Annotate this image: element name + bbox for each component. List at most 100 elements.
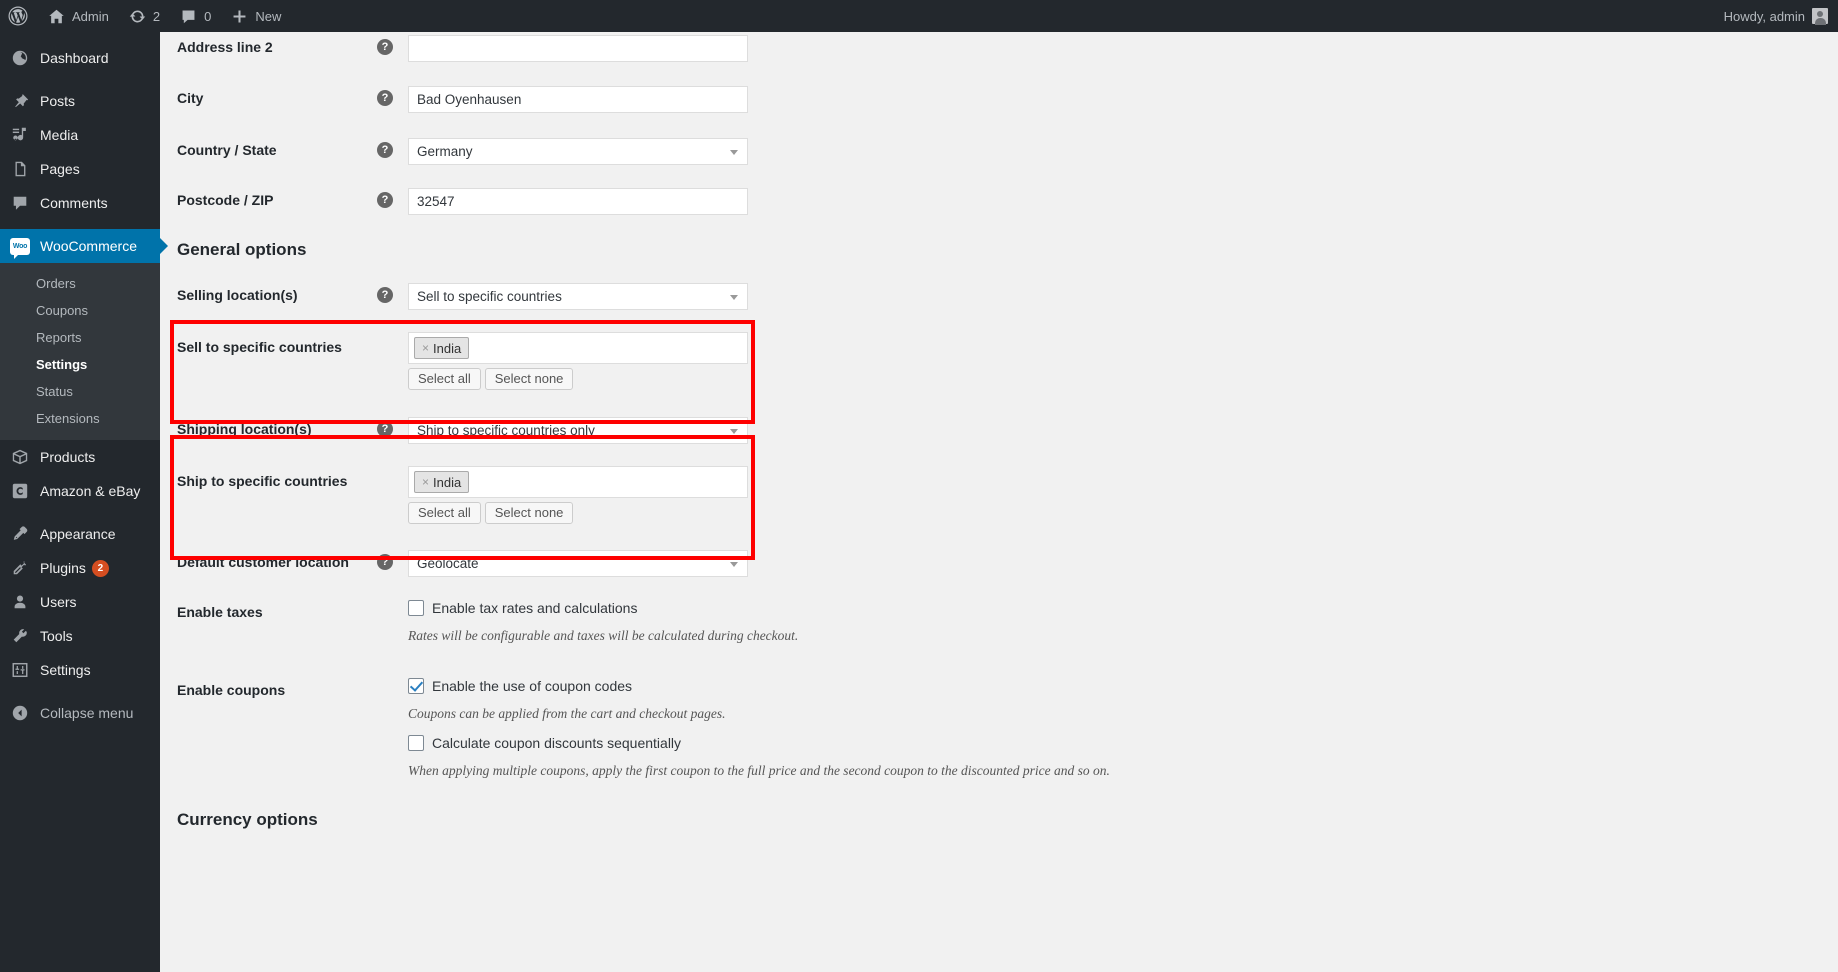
new-content-menu[interactable]: New — [221, 0, 291, 32]
shipping-locations-label: Shipping location(s) — [177, 421, 312, 437]
help-icon[interactable]: ? — [377, 421, 393, 437]
sidebar-item-appearance[interactable]: Appearance — [0, 517, 160, 551]
shipping-locations-select[interactable]: Ship to specific countries only — [408, 417, 748, 444]
sell-to-specific-countries-tag-input[interactable]: × India — [408, 332, 748, 364]
country-state-select[interactable]: Germany — [408, 138, 748, 165]
enable-coupons-label: Enable coupons — [177, 682, 286, 698]
ship-select-none-button[interactable]: Select none — [484, 502, 574, 524]
sidebar-item-label: Products — [40, 449, 96, 465]
general-options-heading: General options — [177, 240, 307, 259]
sell-to-specific-countries-control: × India Select all Select none — [408, 332, 748, 390]
submenu-item-coupons[interactable]: Coupons — [0, 297, 160, 324]
field-row-postcode: Postcode / ZIP ? 32547 — [177, 188, 748, 215]
pages-icon — [10, 159, 30, 179]
sliders-icon — [10, 660, 30, 680]
default-customer-location-label: Default customer location — [177, 554, 349, 570]
default-customer-location-select[interactable]: Geolocate — [408, 550, 748, 577]
site-name-menu[interactable]: Admin — [38, 0, 119, 32]
country-state-value: Germany — [417, 144, 473, 159]
sidebar-item-tools[interactable]: Tools — [0, 619, 160, 653]
sidebar-item-posts[interactable]: Posts — [0, 84, 160, 118]
field-row-sell-to-specific-countries: Sell to specific countries × India Selec… — [177, 332, 748, 390]
remove-tag-icon[interactable]: × — [422, 475, 429, 489]
sidebar-item-pages[interactable]: Pages — [0, 152, 160, 186]
selling-locations-select[interactable]: Sell to specific countries — [408, 283, 748, 310]
help-icon[interactable]: ? — [377, 287, 393, 303]
postcode-input[interactable]: 32547 — [408, 188, 748, 215]
wordpress-logo-menu[interactable] — [0, 0, 38, 32]
currency-options-heading: Currency options — [177, 810, 318, 829]
submenu-item-orders[interactable]: Orders — [0, 270, 160, 297]
sidebar-item-label: Amazon & eBay — [40, 483, 141, 499]
submenu-item-extensions[interactable]: Extensions — [0, 405, 160, 432]
sidebar-item-woocommerce[interactable]: Woo WooCommerce — [0, 229, 168, 263]
settings-content-area: Address line 2 ? City ? Bad Oyenhausen C… — [160, 32, 1838, 972]
my-account-menu[interactable]: Howdy, admin — [1714, 0, 1838, 32]
plugins-update-badge: 2 — [91, 559, 109, 577]
sidebar-item-label: WooCommerce — [40, 238, 137, 254]
updates-count: 2 — [152, 8, 161, 24]
avatar-icon — [1812, 8, 1828, 25]
submenu-item-settings[interactable]: Settings — [0, 351, 160, 378]
sidebar-item-label: Comments — [40, 195, 108, 211]
sidebar-item-dashboard[interactable]: Dashboard — [0, 41, 160, 75]
sell-select-none-button[interactable]: Select none — [484, 368, 574, 390]
sidebar-item-collapse-menu[interactable]: Collapse menu — [0, 696, 160, 730]
ship-to-specific-countries-buttons: Select all Select none — [408, 502, 748, 524]
enable-taxes-description: Rates will be configurable and taxes wil… — [408, 628, 799, 643]
sidebar-item-media[interactable]: Media — [0, 118, 160, 152]
help-icon[interactable]: ? — [377, 39, 393, 55]
ship-select-all-button[interactable]: Select all — [408, 502, 481, 524]
enable-coupon-codes-checkbox-row[interactable]: Enable the use of coupon codes — [408, 678, 1110, 694]
comments-menu[interactable]: 0 — [170, 0, 221, 32]
sequential-coupons-checkbox-label: Calculate coupon discounts sequentially — [432, 735, 682, 751]
help-icon[interactable]: ? — [377, 192, 393, 208]
sidebar-item-users[interactable]: Users — [0, 585, 160, 619]
enable-taxes-checkbox-label: Enable tax rates and calculations — [432, 600, 638, 616]
help-icon[interactable]: ? — [377, 554, 393, 570]
sequential-coupons-checkbox[interactable] — [408, 735, 424, 751]
admin-sidebar-menu: Dashboard Posts Media Pages Comments Woo… — [0, 32, 168, 972]
sequential-coupons-checkbox-row[interactable]: Calculate coupon discounts sequentially — [408, 735, 1110, 751]
submenu-item-reports[interactable]: Reports — [0, 324, 160, 351]
chevron-down-icon — [730, 150, 738, 155]
user-icon — [10, 592, 30, 612]
city-label: City — [177, 90, 204, 106]
sell-select-all-button[interactable]: Select all — [408, 368, 481, 390]
field-row-address-line-2: Address line 2 ? — [177, 35, 748, 62]
media-icon — [10, 125, 30, 145]
country-tag[interactable]: × India — [414, 337, 470, 359]
sell-to-specific-countries-label: Sell to specific countries — [177, 339, 342, 355]
brush-icon — [10, 524, 30, 544]
country-tag[interactable]: × India — [414, 471, 470, 493]
submenu-item-status[interactable]: Status — [0, 378, 160, 405]
sidebar-item-plugins[interactable]: Plugins 2 — [0, 551, 160, 585]
country-tag-label: India — [433, 474, 462, 490]
sidebar-item-label: Appearance — [40, 526, 116, 542]
remove-tag-icon[interactable]: × — [422, 341, 429, 355]
sidebar-item-settings[interactable]: Settings — [0, 653, 160, 687]
updates-menu[interactable]: 2 — [119, 0, 170, 32]
address-line-2-input[interactable] — [408, 35, 748, 62]
help-icon[interactable]: ? — [377, 90, 393, 106]
enable-taxes-checkbox-row[interactable]: Enable tax rates and calculations — [408, 600, 798, 616]
field-row-shipping-locations: Shipping location(s) ? Ship to specific … — [177, 417, 748, 444]
sidebar-item-amazon-ebay[interactable]: Amazon & eBay — [0, 474, 160, 508]
help-icon[interactable]: ? — [377, 142, 393, 158]
comments-icon — [182, 10, 195, 23]
menu-spacer-top — [0, 32, 160, 41]
ship-to-specific-countries-tag-input[interactable]: × India — [408, 466, 748, 498]
sidebar-item-label: Tools — [40, 628, 73, 644]
collapse-arrow-icon — [10, 703, 30, 723]
field-row-enable-coupons: Enable coupons Enable the use of coupon … — [177, 678, 1110, 779]
sidebar-item-comments[interactable]: Comments — [0, 186, 160, 220]
plug-icon — [10, 558, 30, 578]
menu-spacer-4 — [0, 687, 160, 696]
enable-taxes-checkbox[interactable] — [408, 600, 424, 616]
sidebar-item-products[interactable]: Products — [0, 440, 160, 474]
admin-bar: Admin 2 0 New Howdy, admin — [0, 0, 1838, 32]
woocommerce-icon: Woo — [10, 236, 30, 259]
sequential-coupons-description: When applying multiple coupons, apply th… — [408, 763, 1110, 778]
city-input[interactable]: Bad Oyenhausen — [408, 86, 748, 113]
enable-coupon-codes-checkbox[interactable] — [408, 678, 424, 694]
